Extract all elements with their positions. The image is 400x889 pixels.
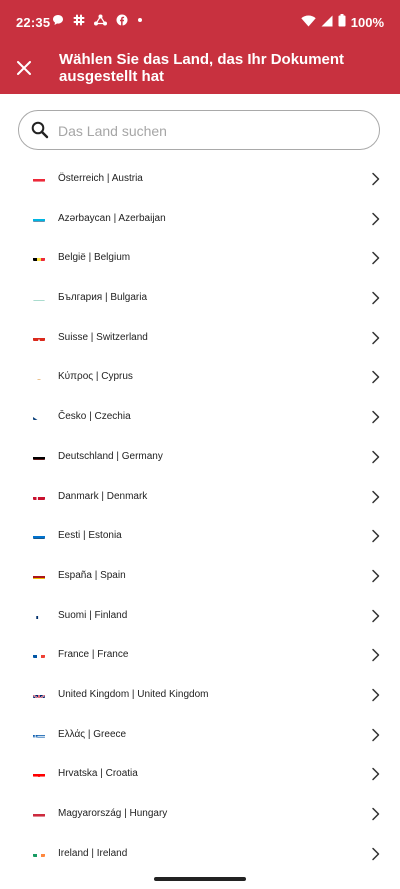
country-row[interactable]: España | Spain <box>0 557 400 597</box>
country-label: Ελλάς | Greece <box>58 728 127 740</box>
country-label: España | Spain <box>58 569 126 581</box>
battery-icon <box>338 14 346 30</box>
close-button[interactable] <box>10 54 38 82</box>
flag-icon <box>33 809 45 817</box>
country-list: Österreich | Austria Azərbaycan | Azerbai… <box>0 160 400 874</box>
chevron-right-icon <box>371 212 381 231</box>
country-label: Azərbaycan | Azerbaijan <box>58 212 166 224</box>
country-row[interactable]: Suomi | Finland <box>0 597 400 637</box>
chevron-right-icon <box>371 172 381 191</box>
search-box[interactable] <box>18 110 380 150</box>
signal-icon <box>321 15 333 30</box>
country-row[interactable]: Hrvatska | Croatia <box>0 755 400 795</box>
chevron-right-icon <box>371 331 381 350</box>
country-label: United Kingdom | United Kingdom <box>58 688 209 700</box>
search-icon <box>31 121 49 144</box>
country-label: België | Belgium <box>58 252 131 264</box>
flag-icon <box>33 412 45 421</box>
dot-icon <box>137 14 143 26</box>
country-label: Suomi | Finland <box>58 609 128 621</box>
country-label: Eesti | Estonia <box>58 530 122 542</box>
country-row[interactable]: Ελλάς | Greece <box>0 716 400 756</box>
status-right: 100% <box>301 14 384 30</box>
home-gesture-handle[interactable] <box>154 877 246 881</box>
chevron-right-icon <box>371 688 381 707</box>
flag-icon <box>33 650 45 659</box>
flag-icon <box>33 531 45 540</box>
app-bar: Wählen Sie das Land, das Ihr Dokument au… <box>0 42 400 94</box>
flag-icon <box>33 293 45 302</box>
country-row[interactable]: Eesti | Estonia <box>0 517 400 557</box>
country-label: България | Bulgaria <box>58 292 148 304</box>
chevron-right-icon <box>371 569 381 588</box>
flag-icon <box>33 769 45 778</box>
country-row[interactable]: United Kingdom | United Kingdom <box>0 676 400 716</box>
country-label: Magyarország | Hungary <box>58 808 168 819</box>
country-label: Danmark | Denmark <box>58 490 148 502</box>
chevron-right-icon <box>371 609 381 628</box>
flag-icon <box>33 174 45 182</box>
country-row[interactable]: Deutschland | Germany <box>0 438 400 478</box>
country-row[interactable]: Azərbaycan | Azerbaijan <box>0 200 400 240</box>
flag-icon <box>33 849 45 857</box>
flag-icon <box>33 492 45 500</box>
status-time: 22:35 <box>16 15 51 30</box>
status-bar: 22:35 100% <box>0 0 400 42</box>
chevron-right-icon <box>371 450 381 469</box>
flag-icon <box>33 571 45 579</box>
flag-icon <box>33 214 45 222</box>
chevron-right-icon <box>371 767 381 786</box>
country-label: Deutschland | Germany <box>58 450 163 462</box>
chevron-right-icon <box>371 648 381 667</box>
country-row[interactable]: Κύπρος | Cyprus <box>0 358 400 398</box>
search-input[interactable] <box>56 119 360 143</box>
chevron-right-icon <box>371 291 381 310</box>
country-label: Österreich | Austria <box>58 173 143 184</box>
chevron-right-icon <box>371 490 381 509</box>
network-icon <box>94 14 107 26</box>
country-label: Ireland | Ireland <box>58 847 128 859</box>
country-label: Česko | Czechia <box>58 411 131 423</box>
country-row[interactable]: Magyarország | Hungary <box>0 795 400 835</box>
country-row[interactable]: Česko | Czechia <box>0 398 400 438</box>
chevron-right-icon <box>371 251 381 270</box>
flag-icon <box>33 372 45 381</box>
country-label: Κύπρος | Cyprus <box>58 371 133 383</box>
chevron-right-icon <box>371 847 381 866</box>
chevron-right-icon <box>371 728 381 747</box>
battery-percentage: 100% <box>350 14 384 30</box>
facebook-icon <box>116 14 128 26</box>
system-navigation-bar <box>0 869 400 889</box>
notification-icons <box>52 14 143 26</box>
chevron-right-icon <box>371 370 381 389</box>
flag-icon <box>33 611 45 619</box>
wifi-icon <box>301 15 316 30</box>
country-label: Hrvatska | Croatia <box>58 768 138 780</box>
chat-bubble-icon <box>52 14 64 26</box>
flag-icon <box>33 253 45 262</box>
chevron-right-icon <box>371 529 381 548</box>
chevron-right-icon <box>371 410 381 429</box>
flag-icon <box>33 730 45 738</box>
country-row[interactable]: France | France <box>0 636 400 676</box>
close-icon <box>17 61 31 75</box>
chevron-right-icon <box>371 807 381 826</box>
country-row[interactable]: Österreich | Austria <box>0 160 400 200</box>
slack-icon <box>73 14 85 26</box>
flag-icon <box>33 690 45 698</box>
country-row[interactable]: België | Belgium <box>0 239 400 279</box>
page-title: Wählen Sie das Land, das Ihr Dokument au… <box>59 51 345 85</box>
country-row[interactable]: Suisse | Switzerland <box>0 319 400 359</box>
country-row[interactable]: България | Bulgaria <box>0 279 400 319</box>
country-label: France | France <box>58 649 129 661</box>
flag-icon <box>33 452 45 460</box>
country-row[interactable]: Danmark | Denmark <box>0 478 400 518</box>
flag-icon <box>33 333 45 341</box>
country-label: Suisse | Switzerland <box>58 331 148 343</box>
